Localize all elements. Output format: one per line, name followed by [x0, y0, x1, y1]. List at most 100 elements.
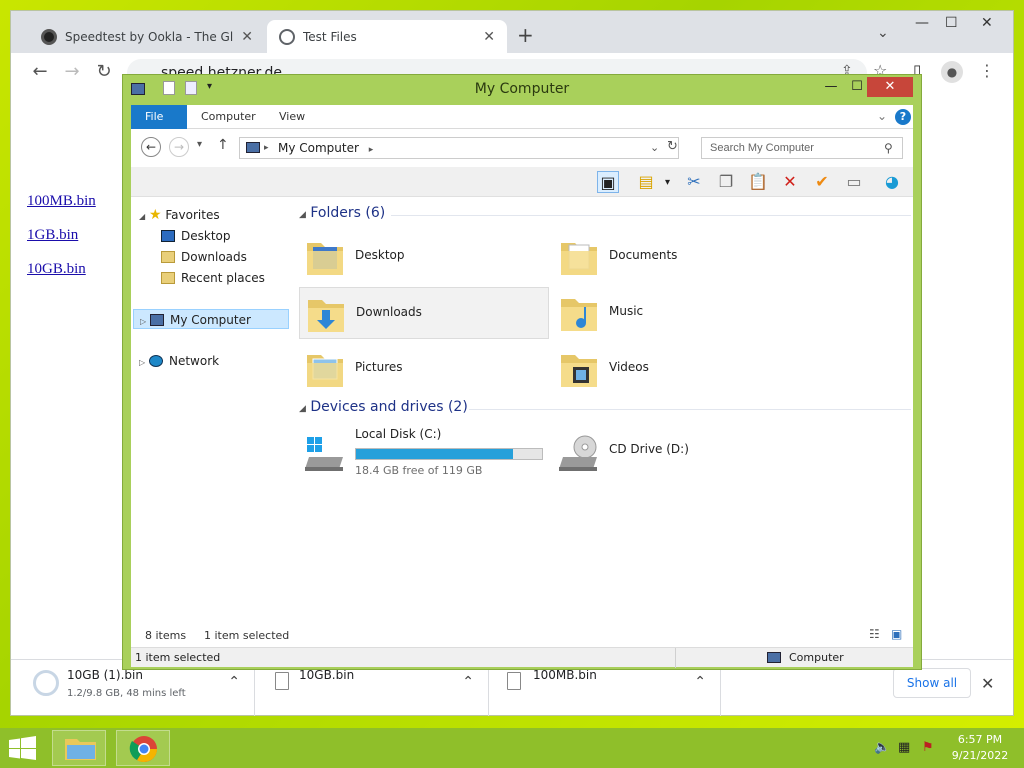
- folder-options-icon[interactable]: ▤: [635, 171, 657, 193]
- collapse-triangle-icon[interactable]: ◢: [299, 404, 306, 414]
- nav-desktop[interactable]: Desktop: [161, 226, 231, 246]
- chevron-up-icon[interactable]: ⌃: [462, 674, 474, 690]
- nav-network[interactable]: ▷ Network: [139, 351, 219, 371]
- close-shelf-icon[interactable]: ✕: [981, 674, 994, 693]
- close-button[interactable]: ✕: [867, 77, 913, 97]
- properties-icon[interactable]: ▭: [843, 171, 865, 193]
- volume-muted-icon[interactable]: 🔈: [874, 740, 890, 755]
- close-icon[interactable]: ✕: [981, 15, 993, 31]
- recent-locations-chevron-icon[interactable]: ▾: [197, 139, 202, 150]
- delete-icon[interactable]: ✕: [779, 171, 801, 193]
- nav-favorites[interactable]: ◢ ★ Favorites: [139, 205, 220, 225]
- network-globe-icon[interactable]: ◕: [881, 171, 903, 193]
- ribbon-expand-chevron-icon[interactable]: ⌄: [877, 109, 887, 123]
- download-name: 10GB.bin: [299, 668, 355, 682]
- nav-label: Desktop: [181, 229, 231, 243]
- content-pane: ◢ Folders (6) Desktop Documents Download…: [299, 199, 911, 629]
- tab-computer[interactable]: Computer: [187, 105, 270, 129]
- rename-check-icon[interactable]: ✔: [811, 171, 833, 193]
- tab-file[interactable]: File: [131, 105, 187, 129]
- drive-tile-cd[interactable]: CD Drive (D:): [553, 425, 805, 481]
- videos-folder-icon: [561, 355, 597, 387]
- close-tab-icon[interactable]: ✕: [241, 29, 253, 45]
- group-header-folders[interactable]: ◢ Folders (6): [299, 205, 385, 227]
- nav-downloads[interactable]: Downloads: [161, 247, 247, 267]
- show-all-button[interactable]: Show all: [893, 668, 971, 698]
- network-tray-icon[interactable]: ▦: [898, 740, 910, 755]
- help-icon[interactable]: ?: [895, 109, 911, 125]
- details-view-icon[interactable]: ☷: [869, 627, 880, 641]
- forward-arrow-icon[interactable]: →: [61, 61, 83, 82]
- folder-tile-documents[interactable]: Documents: [553, 231, 805, 283]
- folder-tile-music[interactable]: Music: [553, 287, 805, 339]
- paste-icon[interactable]: 📋: [747, 171, 769, 193]
- reload-icon[interactable]: ↻: [93, 61, 115, 82]
- taskbar-file-explorer[interactable]: [52, 730, 106, 766]
- options-dropdown-icon[interactable]: ▾: [665, 177, 670, 188]
- close-tab-icon[interactable]: ✕: [483, 29, 495, 45]
- breadcrumb-chevron-icon: ▸: [264, 143, 269, 153]
- start-windows-icon[interactable]: [8, 736, 38, 760]
- minimize-icon[interactable]: —: [817, 79, 845, 94]
- expand-triangle-icon[interactable]: ▷: [140, 317, 146, 326]
- group-header-devices[interactable]: ◢ Devices and drives (2): [299, 399, 468, 421]
- tab-view[interactable]: View: [265, 105, 319, 129]
- tab-search-chevron-icon[interactable]: ⌄: [877, 25, 889, 41]
- large-icons-view-icon[interactable]: ▣: [891, 627, 902, 641]
- breadcrumb-chevron-icon[interactable]: ▸: [369, 145, 374, 155]
- forward-arrow-icon[interactable]: →: [169, 137, 189, 157]
- group-title: Devices and drives (2): [310, 399, 468, 415]
- address-dropdown-icon[interactable]: ⌄: [650, 138, 659, 158]
- bottom-selection: 1 item selected: [135, 651, 221, 664]
- folder-tile-pictures[interactable]: Pictures: [299, 343, 551, 395]
- chrome-icon: [129, 736, 158, 763]
- expand-triangle-icon[interactable]: ◢: [139, 212, 145, 221]
- computer-icon: [767, 652, 781, 663]
- desktop-icon: [161, 230, 175, 242]
- item-count: 8 items: [145, 629, 187, 642]
- title-bar[interactable]: ▾ My Computer — ☐ ✕: [123, 75, 921, 105]
- nav-recent-places[interactable]: Recent places: [161, 268, 265, 288]
- tab-speedtest[interactable]: Speedtest by Ookla - The Global ✕: [29, 20, 265, 53]
- minimize-icon[interactable]: —: [915, 15, 929, 31]
- download-progress-icon: [33, 670, 59, 696]
- cut-icon[interactable]: ✂: [683, 171, 705, 193]
- link-10gb[interactable]: 10GB.bin: [27, 261, 86, 278]
- new-tab-button[interactable]: +: [517, 23, 534, 47]
- search-input[interactable]: Search My Computer ⚲: [701, 137, 903, 159]
- profile-avatar-icon[interactable]: ●: [941, 61, 963, 83]
- collapse-triangle-icon[interactable]: ◢: [299, 210, 306, 220]
- nav-my-computer[interactable]: ▷ My Computer: [133, 309, 289, 329]
- file-explorer-icon: [65, 739, 96, 760]
- expand-triangle-icon[interactable]: ▷: [139, 358, 145, 367]
- explorer-body: File Computer View ⌄ ? ← → ▾ ↑ ▸ My Comp…: [131, 105, 913, 668]
- tab-test-files[interactable]: Test Files ✕: [267, 20, 507, 53]
- chevron-up-icon[interactable]: ⌃: [228, 674, 240, 690]
- back-arrow-icon[interactable]: ←: [29, 61, 51, 82]
- taskbar-chrome[interactable]: [116, 730, 170, 766]
- drive-tile-local-disk[interactable]: Local Disk (C:) 18.4 GB free of 119 GB: [299, 425, 551, 481]
- chevron-up-icon[interactable]: ⌃: [694, 674, 706, 690]
- copy-icon[interactable]: ❐: [715, 171, 737, 193]
- selection-count: 1 item selected: [204, 629, 290, 642]
- taskbar-clock[interactable]: 6:57 PM 9/21/2022: [944, 732, 1016, 764]
- command-toolbar: ▣ ▤ ▾ ✂ ❐ 📋 ✕ ✔ ▭ ◕: [131, 167, 913, 197]
- folder-tile-desktop[interactable]: Desktop: [299, 231, 551, 283]
- group-divider: [469, 409, 911, 410]
- link-1gb[interactable]: 1GB.bin: [27, 227, 78, 244]
- up-arrow-icon[interactable]: ↑: [217, 137, 229, 153]
- navigation-row: ← → ▾ ↑ ▸ My Computer ▸ ⌄ ↻ Search My Co…: [131, 131, 913, 165]
- preview-pane-icon[interactable]: ▣: [597, 171, 619, 193]
- link-100mb[interactable]: 100MB.bin: [27, 193, 96, 210]
- action-center-icon[interactable]: ⚑: [922, 740, 934, 755]
- maximize-icon[interactable]: ☐: [945, 15, 958, 31]
- drive-usage-fill: [356, 449, 514, 459]
- back-arrow-icon[interactable]: ←: [141, 137, 161, 157]
- folder-tile-videos[interactable]: Videos: [553, 343, 805, 395]
- folder-tile-downloads[interactable]: Downloads: [299, 287, 549, 339]
- refresh-icon[interactable]: ↻: [667, 139, 678, 154]
- status-divider: [675, 648, 676, 668]
- menu-kebab-icon[interactable]: ⋮: [979, 61, 995, 80]
- address-field[interactable]: ▸ My Computer ▸ ⌄: [239, 137, 679, 159]
- bottom-location: Computer: [789, 651, 844, 664]
